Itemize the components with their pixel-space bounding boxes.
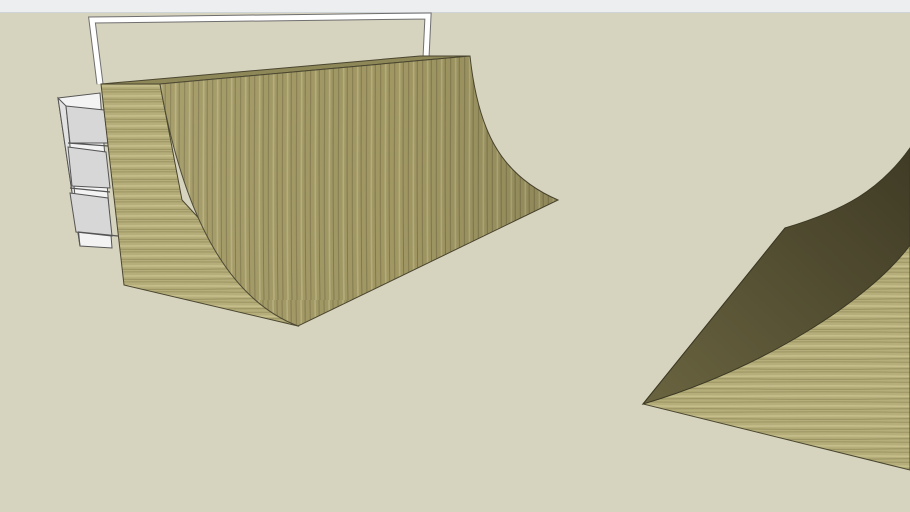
quarter-pipe-ramp-right <box>641 147 910 471</box>
skate-ramp-render <box>57 12 910 471</box>
quarter-pipe-ramp-left <box>100 55 560 327</box>
3d-scene-viewport[interactable] <box>0 0 910 512</box>
